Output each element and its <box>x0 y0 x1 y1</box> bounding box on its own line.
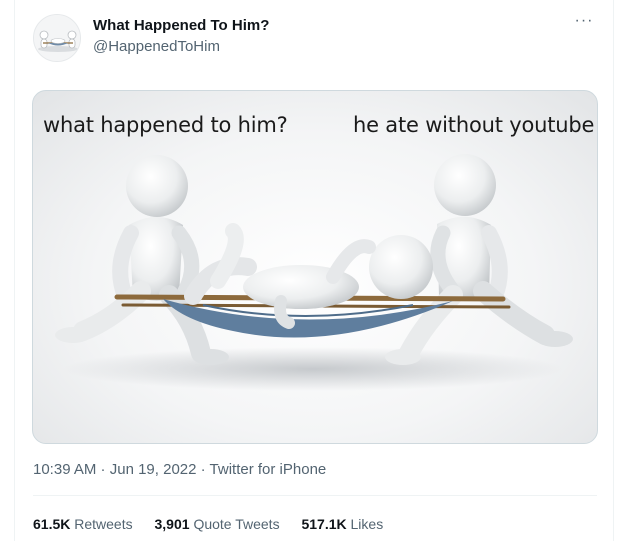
tweet-card: What Happened To Him? @HappenedToHim ··· <box>14 0 614 541</box>
meta-separator: · <box>96 461 110 478</box>
retweets-count: 61.5K <box>33 516 71 532</box>
caption-right: he ate without youtube <box>353 113 595 137</box>
quote-tweets-count: 3,901 <box>154 516 190 532</box>
more-options-icon[interactable]: ··· <box>571 13 597 34</box>
retweets-stat[interactable]: 61.5K Retweets <box>33 516 133 532</box>
quote-tweets-label: Quote Tweets <box>193 516 280 532</box>
likes-count: 517.1K <box>301 516 347 532</box>
tweet-time[interactable]: 10:39 AM <box>33 461 96 478</box>
quote-tweets-stat[interactable]: 3,901 Quote Tweets <box>155 516 280 532</box>
tweet-media-image[interactable]: what happened to him? he ate without you… <box>32 90 598 444</box>
meta-separator: · <box>196 461 210 478</box>
divider <box>33 495 597 496</box>
likes-stat[interactable]: 517.1K Likes <box>301 516 383 532</box>
tweet-metadata: 10:39 AM · Jun 19, 2022 · Twitter for iP… <box>33 461 326 478</box>
tweet-stats: 61.5K Retweets 3,901 Quote Tweets 517.1K… <box>33 516 401 532</box>
user-handle[interactable]: @HappenedToHim <box>93 38 220 55</box>
tweet-header: What Happened To Him? @HappenedToHim ··· <box>33 13 597 62</box>
tweet-date[interactable]: Jun 19, 2022 <box>110 461 197 478</box>
caption-left: what happened to him? <box>43 113 288 137</box>
stretcher-figures-avatar-icon <box>34 15 80 61</box>
stretcher-meme-illustration <box>55 154 573 391</box>
tweet-source[interactable]: Twitter for iPhone <box>210 461 327 478</box>
avatar[interactable] <box>33 14 81 62</box>
display-name[interactable]: What Happened To Him? <box>93 17 269 34</box>
likes-label: Likes <box>350 516 384 532</box>
retweets-label: Retweets <box>74 516 133 532</box>
left-carrier-figure <box>55 155 229 365</box>
